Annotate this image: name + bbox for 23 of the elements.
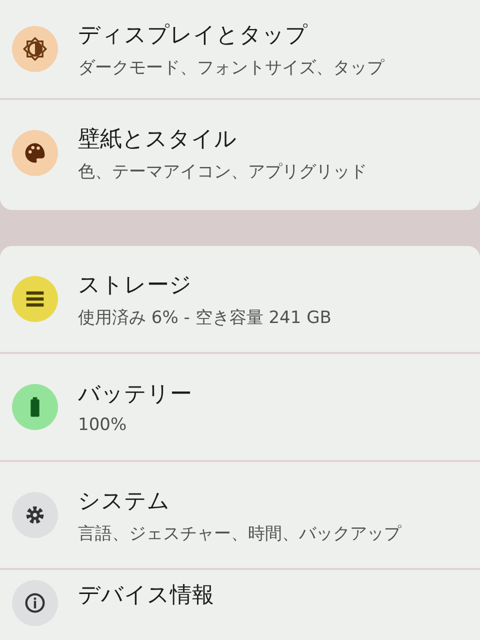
info-icon — [12, 580, 58, 626]
settings-item[interactable]: ディスプレイとタップ ダークモード、フォントサイズ、タップ — [0, 0, 480, 100]
item-title: デバイス情報 — [78, 582, 214, 610]
item-subtitle: 使用済み 6% - 空き容量 241 GB — [78, 306, 332, 328]
settings-item[interactable]: システム 言語、ジェスチャー、時間、バックアップ — [0, 462, 480, 570]
settings-item[interactable]: 壁紙とスタイル 色、テーマアイコン、アプリグリッド — [0, 100, 480, 206]
settings-item[interactable]: ストレージ 使用済み 6% - 空き容量 241 GB — [0, 246, 480, 354]
item-subtitle: 100% — [78, 415, 128, 435]
item-subtitle: 色、テーマアイコン、アプリグリッド — [78, 160, 367, 182]
item-title: システム — [78, 488, 171, 516]
item-title: バッテリー — [78, 381, 192, 409]
item-subtitle: ダークモード、フォントサイズ、タップ — [78, 56, 384, 78]
settings-item[interactable]: デバイス情報 — [0, 570, 480, 640]
settings-item[interactable]: バッテリー 100% — [0, 354, 480, 462]
item-subtitle: 言語、ジェスチャー、時間、バックアップ — [78, 522, 401, 544]
settings-icon — [12, 492, 58, 538]
brightness-icon — [12, 26, 58, 72]
palette-icon — [12, 130, 58, 176]
item-title: 壁紙とスタイル — [78, 126, 238, 154]
item-title: ディスプレイとタップ — [78, 22, 309, 50]
item-title: ストレージ — [78, 272, 193, 300]
lines-icon — [12, 276, 58, 322]
battery-icon — [12, 384, 58, 430]
